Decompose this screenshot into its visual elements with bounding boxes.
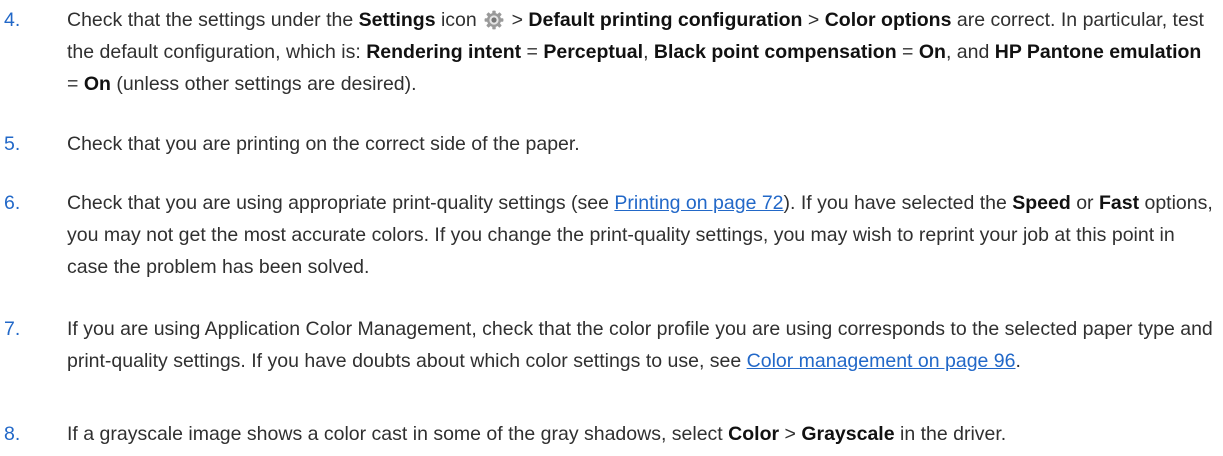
text-run: If a grayscale image shows a color cast …	[67, 423, 729, 445]
grayscale-term: Grayscale	[801, 423, 895, 445]
step-number: 8.	[4, 423, 21, 445]
text-run: (unless other settings are desired).	[110, 73, 417, 95]
hp-pantone-emulation-term: HP Pantone emulation	[994, 41, 1202, 63]
default-printing-configuration-term: Default printing configuration	[528, 9, 803, 31]
step-number: 7.	[4, 318, 21, 340]
on-term: On	[83, 73, 111, 95]
text-run: >	[779, 423, 802, 445]
text-run: Check that you are using appropriate pri…	[67, 192, 615, 214]
step-number: 6.	[4, 192, 21, 214]
fast-term: Fast	[1098, 192, 1140, 214]
text-run: =	[896, 41, 919, 63]
step-text: If a grayscale image shows a color cast …	[67, 418, 1215, 450]
settings-term: Settings	[358, 9, 436, 31]
text-run: in the driver.	[894, 423, 1007, 445]
text-run: .	[1015, 350, 1021, 372]
rendering-intent-term: Rendering intent	[366, 41, 522, 63]
step-number: 4.	[4, 9, 21, 31]
color-options-term: Color options	[824, 9, 952, 31]
color-term: Color	[728, 423, 780, 445]
speed-term: Speed	[1012, 192, 1071, 214]
color-management-link[interactable]: Color management on page 96	[747, 350, 1016, 372]
printing-page-link[interactable]: Printing on page 72	[614, 192, 783, 214]
step-text: Check that you are printing on the corre…	[67, 133, 580, 155]
step-text: Check that you are using appropriate pri…	[67, 187, 1215, 283]
black-point-compensation-term: Black point compensation	[653, 41, 897, 63]
text-run: >	[506, 9, 529, 31]
text-run: Check that the settings under the	[67, 9, 359, 31]
numbered-steps-list: 4. Check that the settings under the Set…	[0, 0, 1223, 456]
text-run: , and	[945, 41, 995, 63]
step-text: Check that the settings under the Settin…	[67, 4, 1215, 100]
text-run: or	[1070, 192, 1099, 214]
text-run: ,	[643, 41, 654, 63]
perceptual-term: Perceptual	[543, 41, 644, 63]
text-run: icon	[435, 9, 477, 31]
step-text: If you are using Application Color Manag…	[67, 313, 1215, 377]
step-number: 5.	[4, 133, 21, 155]
text-run: >	[802, 9, 825, 31]
text-run: If you are using Application Color Manag…	[67, 318, 1213, 372]
text-run: =	[521, 41, 544, 63]
text-run: ). If you have selected the	[783, 192, 1013, 214]
text-run: =	[67, 73, 84, 95]
on-term: On	[918, 41, 946, 63]
gear-icon	[484, 10, 504, 30]
